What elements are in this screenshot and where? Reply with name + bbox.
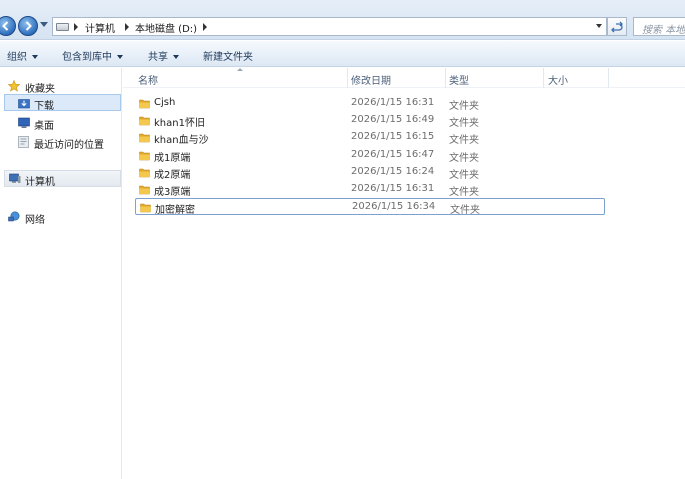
nav-downloads-label: 下载	[34, 101, 54, 112]
share-label: 共享	[148, 52, 168, 63]
breadcrumb-drive-d[interactable]: 本地磁盘 (D:)	[135, 20, 197, 35]
file-row[interactable]: 成3原端 2026/1/15 16:31 文件夹	[135, 181, 605, 198]
file-date-modified: 2026/1/15 16:15	[351, 131, 435, 143]
file-list-pane: 名称 修改日期 类型 大小 Cjsh 2026/1/15 16:31 文件夹 khan…	[123, 68, 685, 479]
arrow-left-icon	[2, 21, 9, 31]
file-date-modified: 2026/1/15 16:49	[351, 114, 435, 126]
organize-menu[interactable]: 组织	[7, 48, 38, 63]
sort-indicator-icon	[237, 68, 243, 71]
file-row[interactable]: khan1怀旧 2026/1/15 16:49 文件夹	[135, 112, 605, 129]
search-input[interactable]: 搜索 本地	[633, 17, 685, 36]
chevron-down-icon	[173, 55, 179, 59]
folder-icon	[140, 203, 151, 213]
breadcrumb-computer[interactable]: 计算机	[85, 20, 115, 35]
downloads-folder-icon	[18, 99, 30, 109]
address-history-dropdown[interactable]	[596, 24, 602, 28]
column-date-modified[interactable]: 修改日期	[351, 72, 391, 87]
navigation-pane: 收藏夹 下载 桌面 最近访问的位置 计算机 网络	[0, 68, 122, 479]
chevron-down-icon	[117, 55, 123, 59]
refresh-button[interactable]	[607, 17, 627, 36]
file-date-modified: 2026/1/15 16:34	[352, 201, 436, 213]
chevron-down-icon	[32, 55, 38, 59]
file-row[interactable]: 成1原端 2026/1/15 16:47 文件夹	[135, 147, 605, 164]
folder-icon	[139, 134, 150, 143]
file-date-modified: 2026/1/15 16:31	[351, 97, 435, 108]
share-menu[interactable]: 共享	[148, 48, 179, 63]
file-name: Cjsh	[154, 97, 176, 108]
forward-button[interactable]	[18, 16, 38, 36]
file-row[interactable]: Cjsh 2026/1/15 16:31 文件夹	[135, 95, 605, 112]
column-type[interactable]: 类型	[449, 72, 469, 87]
nav-desktop-label: 桌面	[34, 121, 54, 132]
column-divider[interactable]	[543, 68, 544, 88]
nav-computer-label: 计算机	[25, 177, 55, 188]
folder-icon	[139, 168, 150, 178]
command-bar: 组织 包含到库中 共享 新建文件夹	[0, 41, 685, 67]
include-in-library-menu[interactable]: 包含到库中	[62, 48, 123, 63]
include-in-library-label: 包含到库中	[62, 52, 112, 63]
file-name: khan血与沙	[154, 135, 209, 147]
file-name: khan1怀旧	[154, 118, 205, 130]
column-divider[interactable]	[347, 68, 348, 88]
arrow-right-icon	[25, 21, 32, 31]
folder-icon	[139, 185, 150, 195]
recent-places-icon	[18, 136, 29, 148]
search-placeholder: 搜索 本地	[642, 25, 685, 36]
file-name: 成3原端	[154, 187, 191, 198]
nav-network-label: 网络	[25, 215, 45, 226]
recent-pages-dropdown[interactable]	[40, 22, 48, 27]
star-icon	[8, 80, 20, 92]
file-name: 成1原端	[154, 152, 191, 164]
column-size[interactable]: 大小	[548, 72, 568, 87]
computer-icon	[9, 173, 21, 183]
address-toolbar: 计算机 本地磁盘 (D:) 搜索 本地	[0, 0, 685, 40]
nav-computer[interactable]: 计算机	[4, 170, 121, 188]
file-type: 文件夹	[449, 118, 479, 130]
refresh-icon	[611, 21, 623, 33]
nav-favorites[interactable]: 收藏夹	[0, 77, 121, 95]
column-header-row: 名称 修改日期 类型 大小	[123, 68, 685, 88]
nav-recent-places-label: 最近访问的位置	[34, 140, 104, 151]
file-date-modified: 2026/1/15 16:24	[351, 165, 435, 177]
nav-favorites-label: 收藏夹	[25, 84, 55, 95]
nav-downloads[interactable]: 下载	[4, 94, 121, 112]
nav-network[interactable]: 网络	[0, 208, 121, 226]
new-folder-label: 新建文件夹	[203, 52, 253, 63]
folder-icon	[139, 116, 150, 126]
organize-label: 组织	[7, 52, 27, 63]
breadcrumb-chevron-icon[interactable]	[203, 23, 207, 31]
new-folder-button[interactable]: 新建文件夹	[203, 48, 253, 63]
file-type: 文件夹	[449, 135, 479, 147]
file-date-modified: 2026/1/15 16:31	[351, 183, 435, 194]
file-type: 文件夹	[449, 169, 479, 181]
file-type: 文件夹	[450, 205, 480, 217]
file-type: 文件夹	[449, 152, 479, 164]
file-type: 文件夹	[449, 101, 479, 112]
file-name: 加密解密	[155, 205, 195, 217]
folder-icon	[139, 151, 150, 160]
column-divider[interactable]	[445, 68, 446, 88]
file-name: 成2原端	[154, 169, 191, 181]
file-type: 文件夹	[449, 187, 479, 198]
file-row[interactable]: 加密解密 2026/1/15 16:34 文件夹	[135, 198, 605, 217]
file-date-modified: 2026/1/15 16:47	[351, 148, 435, 160]
drive-icon	[56, 23, 69, 31]
column-name[interactable]: 名称	[138, 72, 158, 87]
nav-recent-places[interactable]: 最近访问的位置	[0, 133, 121, 151]
back-button[interactable]	[0, 16, 16, 36]
network-icon	[8, 211, 20, 222]
file-row[interactable]: 成2原端 2026/1/15 16:24 文件夹	[135, 164, 605, 181]
breadcrumb-chevron-icon[interactable]	[125, 23, 129, 31]
file-row[interactable]: khan血与沙 2026/1/15 16:15 文件夹	[135, 129, 605, 146]
breadcrumb-chevron-icon[interactable]	[74, 23, 78, 31]
address-box[interactable]: 计算机 本地磁盘 (D:)	[52, 17, 607, 36]
nav-desktop[interactable]: 桌面	[0, 114, 121, 132]
desktop-icon	[18, 117, 30, 128]
folder-icon	[139, 99, 150, 109]
column-divider[interactable]	[608, 68, 609, 88]
